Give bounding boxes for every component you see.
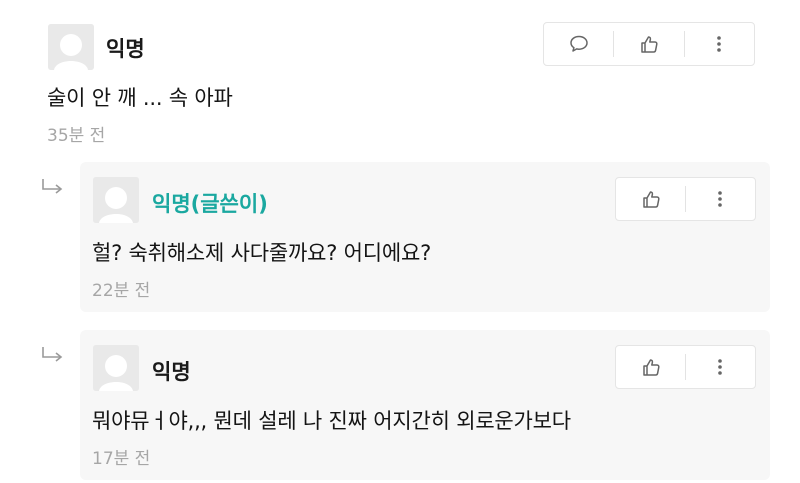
- thumbs-up-icon: [642, 191, 660, 208]
- reply-item: 익명 뭐야뮤ㅓ야,,, 뭔데 설레 나 진짜 어지간히 외로운가보다 17분 전: [80, 330, 770, 480]
- post-time: 35분 전: [47, 126, 106, 146]
- avatar[interactable]: [93, 345, 139, 391]
- more-button[interactable]: [685, 23, 753, 65]
- thumbs-up-icon: [642, 359, 660, 376]
- more-button[interactable]: [686, 178, 754, 220]
- thumbs-up-icon: [641, 36, 658, 53]
- more-button[interactable]: [686, 346, 754, 388]
- default-avatar-icon: [93, 345, 139, 391]
- reply-item: 익명(글쓴이) 헐? 숙취해소제 사다줄까요? 어디에요? 22분 전: [80, 162, 770, 312]
- reply-action-bar: [615, 345, 756, 389]
- like-button[interactable]: [614, 23, 684, 65]
- avatar[interactable]: [93, 177, 139, 223]
- reply-author[interactable]: 익명: [152, 356, 191, 386]
- more-vertical-icon: [718, 359, 722, 375]
- reply-text: 헐? 숙취해소제 사다줄까요? 어디에요?: [92, 241, 432, 265]
- reply-action-bar: [615, 177, 756, 221]
- post-text: 술이 안 깨 ... 속 아파: [47, 86, 233, 110]
- default-avatar-icon: [48, 24, 94, 70]
- reply-time: 17분 전: [92, 449, 151, 469]
- reply-author-op[interactable]: 익명(글쓴이): [152, 188, 268, 218]
- comment-button[interactable]: [544, 23, 613, 65]
- comment-icon: [569, 35, 588, 52]
- reply-arrow-icon: [42, 347, 63, 362]
- avatar[interactable]: [48, 24, 94, 70]
- like-button[interactable]: [616, 178, 685, 220]
- like-button[interactable]: [616, 346, 685, 388]
- reply-time: 22분 전: [92, 281, 151, 301]
- reply-text: 뭐야뮤ㅓ야,,, 뭔데 설레 나 진짜 어지간히 외로운가보다: [92, 409, 571, 433]
- reply-arrow-icon: [42, 179, 63, 194]
- post-action-bar: [543, 22, 755, 66]
- more-vertical-icon: [718, 191, 722, 207]
- more-vertical-icon: [717, 36, 721, 52]
- default-avatar-icon: [93, 177, 139, 223]
- post-author[interactable]: 익명: [106, 33, 145, 63]
